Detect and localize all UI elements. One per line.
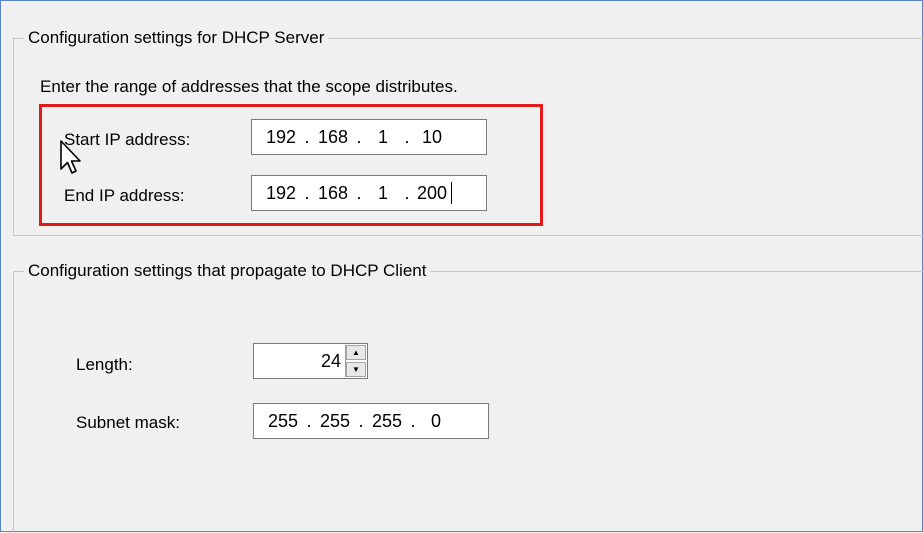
dhcp-client-groupbox: Configuration settings that propagate to…: [13, 261, 923, 533]
range-instruction: Enter the range of addresses that the sc…: [40, 77, 458, 96]
spin-up-arrow-icon[interactable]: ▲: [346, 345, 366, 360]
dialog-frame: Configuration settings for DHCP Server E…: [0, 0, 923, 533]
subnet-mask-label: Subnet mask:: [76, 413, 180, 432]
subnet-mask-input[interactable]: 255. 255. 255. 0: [253, 403, 489, 439]
dhcp-server-group-title: Configuration settings for DHCP Server: [24, 28, 329, 48]
length-stepper[interactable]: 24 ▲ ▼: [253, 343, 368, 379]
dhcp-client-group-title: Configuration settings that propagate to…: [24, 261, 431, 281]
subnet-mask-octet-2[interactable]: 255: [316, 411, 354, 432]
spin-down-arrow-icon[interactable]: ▼: [346, 362, 366, 377]
length-spin-control[interactable]: ▲ ▼: [345, 345, 366, 377]
mouse-pointer-icon: [60, 140, 81, 174]
subnet-mask-octet-1[interactable]: 255: [264, 411, 302, 432]
length-value[interactable]: 24: [321, 344, 341, 378]
subnet-mask-octet-4[interactable]: 0: [420, 411, 452, 432]
length-label: Length:: [76, 355, 133, 374]
ip-range-highlight-box: [39, 104, 543, 226]
subnet-mask-octet-3[interactable]: 255: [368, 411, 406, 432]
